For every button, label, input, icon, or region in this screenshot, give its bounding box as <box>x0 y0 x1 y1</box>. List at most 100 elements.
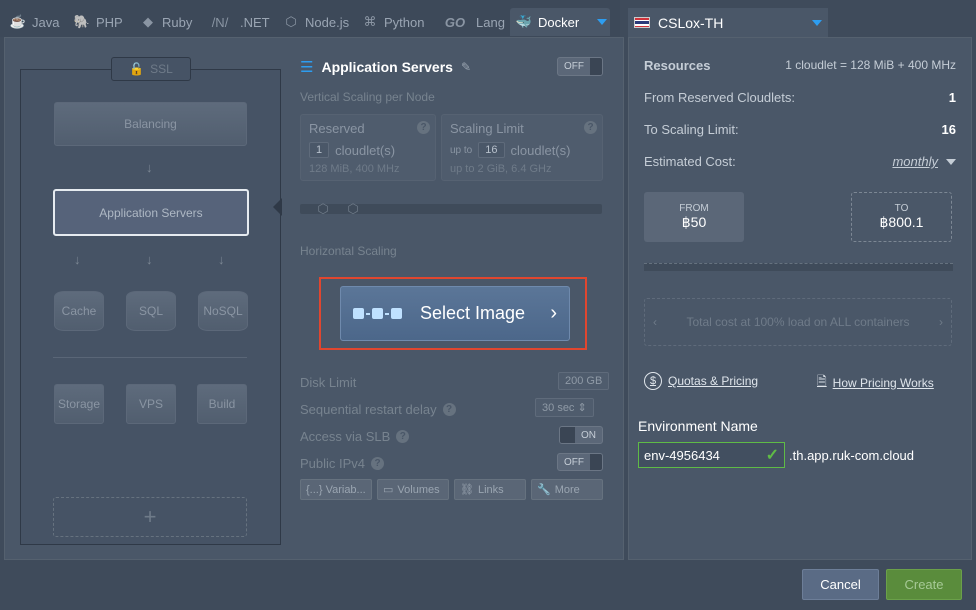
build-button[interactable]: Build <box>197 384 247 424</box>
go-icon: GO <box>444 14 466 30</box>
scaling-limit-box: Scaling Limit ? up to 16 cloudlet(s) up to… <box>441 114 603 181</box>
reserved-label: Reserved <box>309 121 365 136</box>
variables-button[interactable]: {...} Variab... <box>300 479 372 500</box>
tab-ruby[interactable]: ◆ Ruby <box>140 8 192 36</box>
limit-input[interactable]: 16 <box>478 142 505 158</box>
more-button[interactable]: 🔧 More <box>531 479 603 500</box>
price-to: TO ฿800.1 <box>851 192 952 242</box>
balancing-button[interactable]: Balancing <box>54 102 247 146</box>
reserved-handle-icon[interactable]: ⬡ <box>310 196 336 222</box>
ipv4-row: Public IPv4? <box>300 456 385 471</box>
env-name-label: Environment Name <box>638 418 758 434</box>
add-layer-button[interactable]: + <box>53 497 247 537</box>
tab-python[interactable]: ⌘ Python <box>362 8 425 36</box>
tabs-dropdown-button[interactable] <box>592 10 612 34</box>
arrow-down-icon: ↓ <box>218 252 225 267</box>
reserved-sub: 128 MiB, 400 MHz <box>309 163 400 175</box>
select-image-button[interactable]: Select Image › <box>340 286 570 341</box>
chevron-down-icon <box>812 19 822 26</box>
topology-wizard: 🔓 SSL Balancing ↓ Application Servers ↓ ↓… <box>20 57 281 545</box>
reserved-input[interactable]: 1 <box>309 142 330 158</box>
cancel-button[interactable]: Cancel <box>802 569 879 600</box>
region-selector[interactable]: CSLox-TH <box>628 8 828 37</box>
cache-button[interactable]: Cache <box>54 291 104 331</box>
resources-panel: Resources 1 cloudlet = 128 MiB + 400 MHz … <box>628 37 972 560</box>
resources-title: Resources <box>644 58 711 73</box>
disk-limit-input[interactable]: 200 GB <box>558 372 610 390</box>
node-settings: ☰ Application Servers ✎ OFF Vertical Sca… <box>300 38 610 538</box>
limit-count: 16 <box>941 122 956 137</box>
create-button[interactable]: Create <box>886 569 962 600</box>
selection-pointer <box>273 198 282 216</box>
topology-panel: 🔓 SSL Balancing ↓ Application Servers ↓ ↓… <box>4 37 624 560</box>
storage-button[interactable]: Storage <box>54 384 104 424</box>
link-icon: ⛓ <box>460 484 474 496</box>
limit-sub: up to 2 GiB, 6.4 GHz <box>450 163 552 175</box>
help-icon[interactable]: ? <box>396 430 410 443</box>
chevron-right-icon: › <box>550 302 557 324</box>
help-icon[interactable]: ? <box>584 121 597 134</box>
slb-toggle[interactable]: ON <box>559 426 603 444</box>
help-icon[interactable]: ? <box>371 457 385 470</box>
help-icon[interactable]: ? <box>442 403 456 416</box>
page-title: Application Servers <box>321 59 453 75</box>
nosql-button[interactable]: NoSQL <box>198 291 248 331</box>
chevron-down-icon <box>597 19 607 25</box>
ruby-icon: ◆ <box>143 14 153 29</box>
restart-delay-row: Sequential restart delay? <box>300 402 456 417</box>
chevron-right-icon[interactable]: › <box>939 315 943 329</box>
total-cost-carousel: ‹ Total cost at 100% load on ALL contain… <box>644 298 952 346</box>
reserved-count: 1 <box>948 90 956 105</box>
period-dropdown[interactable]: monthly <box>892 154 956 169</box>
tab-dotnet[interactable]: /N/.NET <box>206 8 270 36</box>
how-pricing-link[interactable]: 🗎 How Pricing Works <box>817 372 934 393</box>
dollar-icon: $ <box>644 372 662 390</box>
engine-tabs: ☕ Java 🐘 PHP ◆ Ruby /N/.NET ⬡ Node.js ⌘ Pytho… <box>0 0 620 37</box>
slb-row: Access via SLB? <box>300 429 410 444</box>
chevron-down-icon <box>946 158 956 165</box>
php-icon: 🐘 <box>73 14 91 29</box>
vps-button[interactable]: VPS <box>126 384 176 424</box>
arrow-down-icon: ↓ <box>146 252 153 267</box>
tab-go[interactable]: GO Lang <box>440 8 505 36</box>
limit-handle-icon[interactable]: ⬡ <box>340 196 366 222</box>
tab-nodejs[interactable]: ⬡ Node.js <box>283 8 349 36</box>
ha-toggle[interactable]: OFF <box>557 57 603 76</box>
arrow-down-icon: ↓ <box>146 160 153 175</box>
tab-php[interactable]: 🐘 PHP <box>74 8 123 36</box>
wrench-icon: 🔧 <box>537 484 551 496</box>
tab-java[interactable]: ☕ Java <box>9 8 60 36</box>
check-icon: ✓ <box>765 447 779 464</box>
chevron-left-icon[interactable]: ‹ <box>653 315 657 329</box>
app-servers-button[interactable]: Application Servers <box>53 189 249 236</box>
list-icon: ☰ <box>300 59 314 76</box>
ssl-toggle[interactable]: 🔓 SSL <box>111 57 191 81</box>
quotas-link[interactable]: $ Quotas & Pricing <box>644 372 758 390</box>
cloudlet-slider[interactable]: ⬡ ⬡ <box>300 200 602 216</box>
volumes-button[interactable]: ▭ Volumes <box>377 479 449 500</box>
horizontal-scaling-label: Horizontal Scaling <box>300 244 397 258</box>
restart-delay-input[interactable]: 30 sec ⇕ <box>535 398 594 417</box>
env-name-input[interactable]: env-4956434 ✓ <box>638 442 785 468</box>
containers-icon <box>353 308 402 319</box>
lock-icon: 🔓 <box>129 62 145 76</box>
python-icon: ⌘ <box>363 14 377 29</box>
links-button[interactable]: ⛓ Links <box>454 479 526 500</box>
divider <box>53 357 247 358</box>
cost-range-bar <box>644 263 953 271</box>
help-icon[interactable]: ? <box>417 121 430 134</box>
reserved-box: Reserved ? 1 cloudlet(s) 128 MiB, 400 MHz <box>300 114 436 181</box>
nodejs-icon: ⬡ <box>285 14 297 29</box>
arrow-down-icon: ↓ <box>74 252 81 267</box>
dotnet-icon: /N/ <box>211 14 229 30</box>
settings-header: ☰ Application Servers ✎ <box>300 58 471 76</box>
edit-icon[interactable]: ✎ <box>461 60 471 74</box>
docker-icon: 🐳 <box>515 14 533 29</box>
cloudlet-formula: 1 cloudlet = 128 MiB + 400 MHz <box>785 58 956 72</box>
ipv4-toggle[interactable]: OFF <box>557 453 603 471</box>
folder-icon: ▭ <box>383 484 394 496</box>
document-icon: 🗎 <box>817 374 827 388</box>
java-icon: ☕ <box>9 14 27 29</box>
sql-button[interactable]: SQL <box>126 291 176 331</box>
disk-limit-row: Disk Limit <box>300 375 357 390</box>
